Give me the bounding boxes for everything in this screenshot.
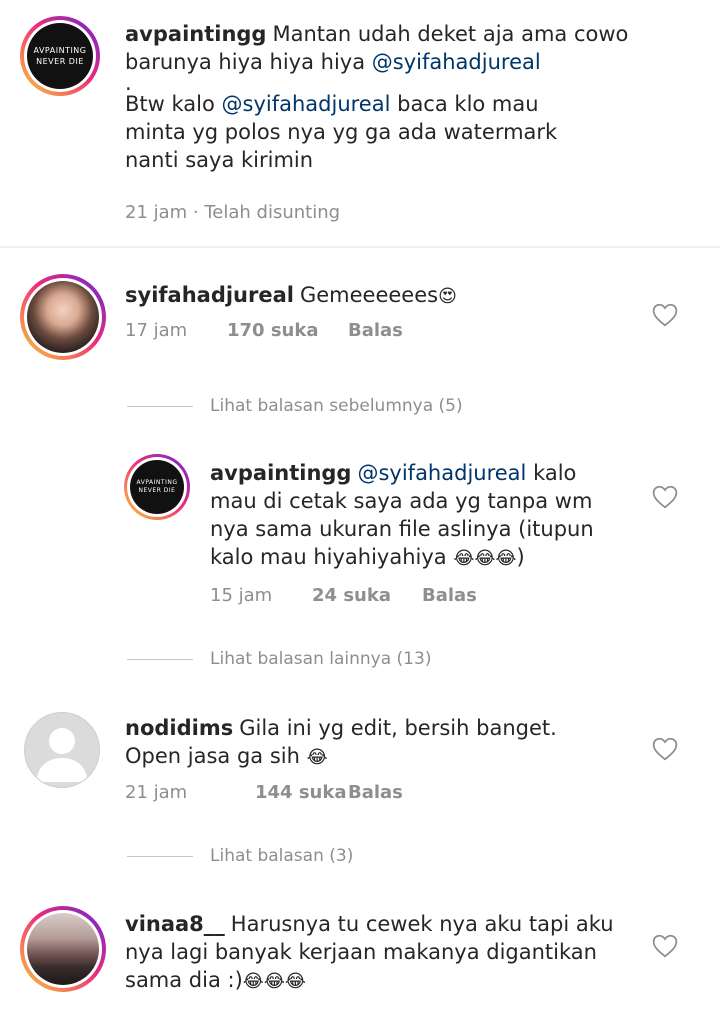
comment-body: avpaintingg @syifahadjureal kalo mau di c… [210, 461, 594, 569]
comment-meta: 17 jam 170 suka Balas [125, 320, 403, 341]
mention-link[interactable]: @syifahadjureal [372, 50, 541, 74]
view-previous-replies[interactable]: Lihat balasan sebelumnya (5) [210, 396, 463, 416]
likes-count[interactable]: 24 suka [312, 585, 391, 606]
avatar[interactable] [20, 906, 106, 992]
avatar[interactable] [24, 712, 100, 788]
avatar-image: AVPAINTING NEVER DIE [130, 460, 184, 514]
comment-meta: 15 jam 24 suka Balas [210, 585, 477, 606]
heart-outline-icon[interactable] [652, 485, 678, 509]
comment-body: vinaa8__ Harusnya tu cewek nya aku tapi a… [125, 912, 614, 992]
comment-time: 17 jam [125, 320, 188, 341]
view-replies[interactable]: Lihat balasan (3) [210, 846, 353, 866]
default-avatar-icon [36, 728, 88, 782]
reply-button[interactable]: Balas [348, 320, 403, 341]
reply-button[interactable]: Balas [348, 782, 403, 803]
comment-nodidims: nodidims Gila ini yg edit, bersih banget.… [0, 700, 720, 820]
comment-vinaa8: vinaa8__ Harusnya tu cewek nya aku tapi a… [0, 900, 720, 1017]
likes-count[interactable]: 170 suka [227, 320, 319, 341]
view-other-replies[interactable]: Lihat balasan lainnya (13) [210, 649, 431, 669]
avatar-image [27, 281, 99, 353]
comment-meta: 21 jam · Telah disunting [125, 202, 341, 223]
laughing-emoji: 😂 [306, 747, 328, 768]
divider [0, 246, 720, 248]
mention-link[interactable]: @syifahadjureal [357, 461, 526, 485]
username[interactable]: syifahadjureal [125, 283, 294, 307]
avatar[interactable] [20, 274, 106, 360]
heart-eyes-emoji: 😍 [438, 286, 457, 307]
username[interactable]: vinaa8__ [125, 912, 225, 936]
comment-time: 15 jam [210, 585, 273, 606]
heart-outline-icon[interactable] [652, 737, 678, 761]
comment-avpaintingg-1: AVPAINTING NEVER DIE avpaintingg Mantan u… [0, 0, 720, 240]
reply-button[interactable]: Balas [422, 585, 477, 606]
comment-syifahadjureal: syifahadjureal Gemeeeeees😍 17 jam 170 suk… [0, 260, 720, 370]
comment-meta: 21 jam 144 suka Balas [125, 782, 403, 803]
likes-count[interactable]: 144 suka [255, 782, 347, 803]
comment-body: syifahadjureal Gemeeeeees😍 [125, 283, 457, 307]
comment-body: avpaintingg Mantan udah deket aja ama cow… [125, 22, 629, 172]
comment-time: 21 jam [125, 782, 188, 803]
laughing-emoji: 😂😂😂 [242, 971, 306, 992]
username[interactable]: nodidims [125, 716, 233, 740]
avatar[interactable]: AVPAINTING NEVER DIE [20, 16, 100, 96]
avatar-image: AVPAINTING NEVER DIE [27, 23, 93, 89]
username[interactable]: avpaintingg [210, 461, 351, 485]
comment-body: nodidims Gila ini yg edit, bersih banget.… [125, 716, 557, 768]
divider-line [127, 856, 193, 857]
heart-outline-icon[interactable] [652, 934, 678, 958]
mention-link[interactable]: @syifahadjureal [222, 92, 391, 116]
heart-outline-icon[interactable] [652, 303, 678, 327]
comment-avpaintingg-reply: AVPAINTING NEVER DIE avpaintingg @syifaha… [0, 450, 720, 620]
avatar-image [27, 913, 99, 985]
laughing-emoji: 😂😂😂 [453, 548, 517, 569]
avatar[interactable]: AVPAINTING NEVER DIE [124, 454, 190, 520]
divider-line [127, 659, 193, 660]
divider-line [127, 406, 193, 407]
username[interactable]: avpaintingg [125, 22, 266, 46]
